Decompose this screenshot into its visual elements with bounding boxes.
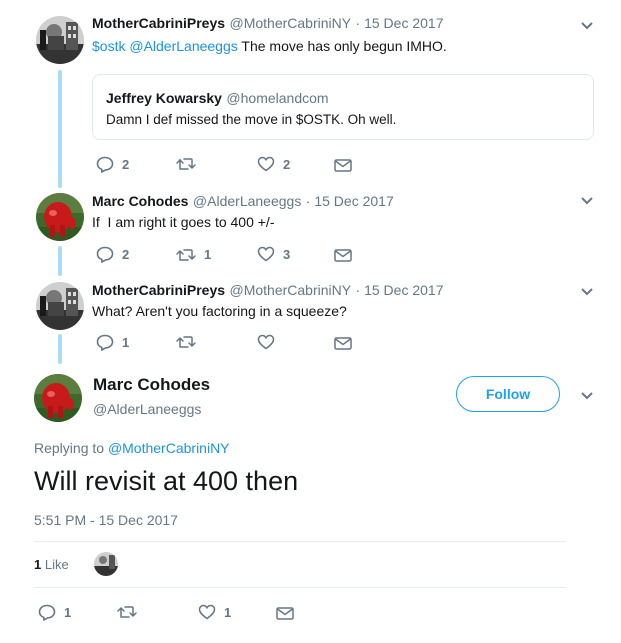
reply-icon — [96, 246, 114, 263]
envelope-icon — [334, 249, 352, 262]
thread-line — [58, 246, 62, 276]
like-button[interactable] — [257, 334, 283, 350]
avatar[interactable] — [36, 282, 84, 330]
avatar[interactable] — [36, 193, 84, 241]
chevron-down-icon[interactable] — [580, 196, 594, 206]
reply-icon — [96, 334, 114, 351]
author-name[interactable]: MotherCabriniPreys — [92, 282, 225, 298]
envelope-icon — [334, 337, 352, 350]
author-name[interactable]: Marc Cohodes — [93, 375, 210, 395]
heart-icon — [198, 604, 216, 620]
reply-button[interactable]: 1 — [96, 334, 129, 351]
tweet-header: MotherCabriniPreys @MotherCabriniNY · 15… — [92, 15, 444, 33]
replying-to-prefix: Replying to — [34, 440, 108, 456]
retweet-icon — [117, 606, 137, 618]
direct-message-button[interactable] — [276, 607, 294, 620]
author-handle[interactable]: @AlderLaneeggs — [93, 401, 201, 417]
heart-icon — [257, 334, 275, 350]
likes-stat[interactable]: 1 Like — [34, 557, 69, 572]
author-name[interactable]: MotherCabriniPreys — [92, 15, 225, 31]
author-handle[interactable]: @MotherCabriniNY — [230, 15, 352, 31]
avatar[interactable] — [36, 16, 84, 64]
reply-button[interactable]: 2 — [96, 246, 129, 263]
heart-icon — [257, 246, 275, 262]
quote-header: Jeffrey Kowarsky @homelandcom — [106, 90, 329, 108]
retweet-button[interactable] — [176, 157, 204, 171]
reply-button[interactable]: 1 — [38, 604, 71, 621]
tweet-date[interactable]: · 15 Dec 2017 — [306, 193, 394, 209]
author-handle[interactable]: @MotherCabriniNY — [230, 282, 352, 298]
follow-button[interactable]: Follow — [456, 376, 560, 412]
tweet-date[interactable]: · 15 Dec 2017 — [356, 282, 444, 298]
like-button[interactable]: 2 — [257, 156, 290, 172]
retweet-button[interactable] — [176, 335, 204, 349]
direct-message-button[interactable] — [334, 159, 352, 172]
tweet-header: Marc Cohodes @AlderLaneeggs · 15 Dec 201… — [92, 193, 394, 211]
heart-icon — [257, 156, 275, 172]
direct-message-button[interactable] — [334, 249, 352, 262]
like-count: 3 — [283, 246, 291, 262]
author-name[interactable]: Marc Cohodes — [92, 193, 188, 209]
reply-button[interactable]: 2 — [96, 156, 129, 173]
divider — [34, 587, 566, 588]
chevron-down-icon[interactable] — [580, 21, 594, 31]
liker-avatar[interactable] — [94, 552, 118, 576]
retweet-icon — [176, 336, 196, 348]
tweet-timestamp[interactable]: 5:51 PM - 15 Dec 2017 — [34, 512, 178, 528]
tweet-text: If I am right it goes to 400 +/- — [92, 214, 275, 230]
replying-to: Replying to @MotherCabriniNY — [34, 440, 230, 456]
retweet-button[interactable] — [117, 605, 145, 619]
reply-count: 1 — [64, 605, 72, 620]
tweet-header: MotherCabriniPreys @MotherCabriniNY · 15… — [92, 282, 444, 300]
avatar[interactable] — [34, 374, 82, 422]
reply-count: 2 — [122, 247, 130, 262]
retweet-count: 1 — [204, 247, 212, 262]
tweet-text: $ostk @AlderLaneeggs The move has only b… — [92, 38, 447, 54]
like-count: 1 — [224, 604, 232, 620]
chevron-down-icon[interactable] — [580, 391, 594, 401]
tweet-body: The move has only begun IMHO. — [237, 38, 447, 54]
reply-icon — [38, 604, 56, 621]
likes-stat-count: 1 — [34, 557, 42, 572]
replying-to-link[interactable]: @MotherCabriniNY — [108, 440, 230, 456]
chevron-down-icon[interactable] — [580, 287, 594, 297]
author-handle[interactable]: @AlderLaneeggs — [193, 193, 301, 209]
reply-count: 1 — [122, 335, 130, 350]
retweet-button[interactable]: 1 — [176, 247, 211, 262]
quoted-tweet[interactable]: Jeffrey Kowarsky @homelandcom Damn I def… — [92, 74, 594, 140]
main-tweet-text: Will revisit at 400 then — [34, 466, 299, 496]
reply-icon — [96, 156, 114, 173]
thread-line — [58, 70, 62, 188]
likes-stat-label: Like — [44, 557, 69, 572]
reply-count: 2 — [122, 157, 130, 172]
quote-author-name: Jeffrey Kowarsky — [106, 90, 222, 106]
like-button[interactable]: 1 — [198, 604, 231, 620]
quote-text: Damn I def missed the move in $OSTK. Oh … — [106, 112, 397, 127]
divider — [34, 541, 566, 542]
retweet-icon — [176, 158, 196, 170]
like-count: 2 — [283, 156, 291, 172]
quote-author-handle: @homelandcom — [226, 90, 329, 106]
tweet-date[interactable]: · 15 Dec 2017 — [356, 15, 444, 31]
retweet-icon — [176, 248, 196, 261]
tweet-mentions[interactable]: $ostk @AlderLaneeggs — [92, 38, 238, 54]
direct-message-button[interactable] — [334, 337, 352, 350]
envelope-icon — [334, 159, 352, 172]
thread-line — [58, 334, 62, 364]
like-button[interactable]: 3 — [257, 246, 290, 262]
tweet-text: What? Aren't you factoring in a squeeze? — [92, 303, 347, 319]
envelope-icon — [276, 607, 294, 620]
